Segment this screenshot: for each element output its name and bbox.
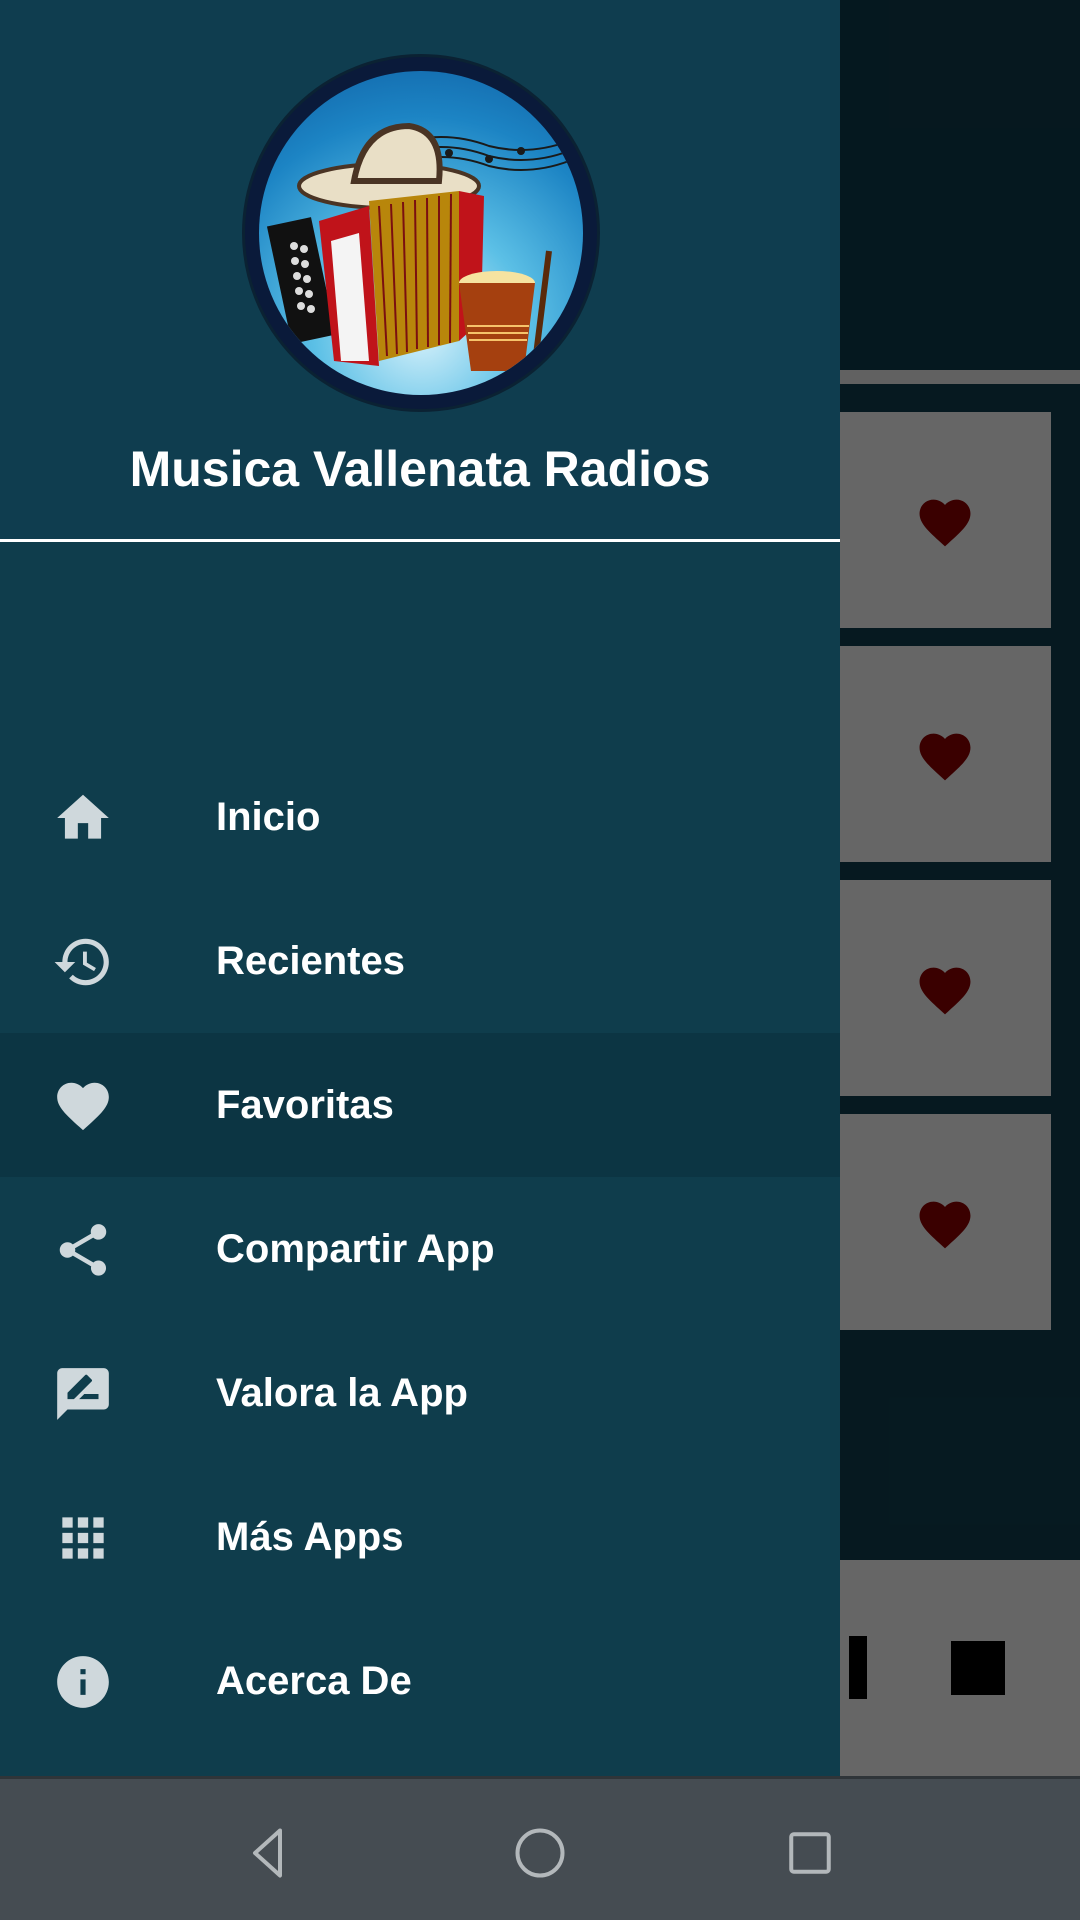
menu-item-compartir-app[interactable]: Compartir App — [0, 1177, 840, 1321]
navigation-drawer: Musica Vallenata Radios Inicio Recientes — [0, 0, 840, 1776]
menu-item-label: Más Apps — [216, 1515, 404, 1559]
share-icon — [52, 1219, 114, 1281]
history-icon — [52, 931, 114, 993]
menu-item-favoritas[interactable]: Favoritas — [0, 1033, 840, 1177]
header-divider — [0, 539, 840, 542]
menu-item-acerca-de[interactable]: Acerca De — [0, 1609, 840, 1753]
menu-item-label: Favoritas — [216, 1083, 394, 1127]
info-icon — [52, 1651, 114, 1713]
menu-item-valora-la-app[interactable]: Valora la App — [0, 1321, 840, 1465]
menu-item-mas-apps[interactable]: Más Apps — [0, 1465, 840, 1609]
app-logo — [242, 54, 600, 412]
recents-button[interactable] — [770, 1813, 850, 1893]
menu-item-label: Valora la App — [216, 1371, 468, 1415]
back-icon — [253, 1828, 282, 1878]
system-navigation-bar — [0, 1776, 1080, 1920]
apps-grid-icon — [52, 1507, 114, 1569]
menu-item-label: Inicio — [216, 795, 321, 839]
heart-icon — [52, 1075, 114, 1137]
menu-item-label: Compartir App — [216, 1227, 495, 1271]
accordion-illustration — [266, 122, 570, 372]
menu-item-label: Acerca De — [216, 1659, 412, 1703]
menu-item-label: Recientes — [216, 939, 405, 983]
menu-item-inicio[interactable]: Inicio — [0, 745, 840, 889]
logo-image — [259, 71, 583, 395]
drawer-header: Musica Vallenata Radios — [0, 0, 840, 542]
home-button[interactable] — [500, 1813, 580, 1893]
back-button[interactable] — [230, 1813, 310, 1893]
menu-item-recientes[interactable]: Recientes — [0, 889, 840, 1033]
home-circle-icon — [515, 1828, 565, 1878]
app-title: Musica Vallenata Radios — [129, 441, 711, 497]
home-icon — [52, 787, 114, 849]
screen: S TAS — [0, 0, 1080, 1920]
recents-square-icon — [789, 1832, 831, 1874]
drawer-menu: Inicio Recientes Favoritas Compartir App — [0, 745, 840, 1753]
rate-review-icon — [52, 1363, 114, 1425]
